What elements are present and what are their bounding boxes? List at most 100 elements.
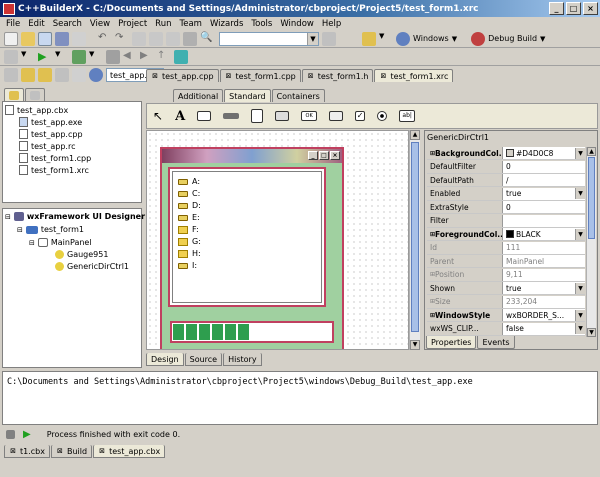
property-row[interactable]: wxWS_CLIP... false ▼	[427, 322, 585, 336]
pointer-icon[interactable]: ↖	[153, 109, 163, 123]
radio-icon[interactable]	[377, 111, 388, 121]
tree-file[interactable]: test_form1.xrc	[19, 165, 89, 175]
back-icon[interactable]: ◀	[123, 50, 137, 64]
project-icon[interactable]	[362, 31, 376, 46]
menu-search[interactable]: Search	[49, 19, 86, 29]
remove-file-icon[interactable]	[55, 68, 69, 82]
property-row[interactable]: Id 111	[427, 241, 585, 255]
close-icon[interactable]: ⊠	[307, 72, 315, 80]
tree-root[interactable]: test_app.cbx	[5, 105, 68, 115]
drive-item[interactable]: C:	[178, 189, 200, 198]
stop-process-icon[interactable]	[6, 430, 15, 439]
property-value[interactable]: 233,204	[503, 295, 585, 308]
separator-icon[interactable]	[223, 113, 240, 119]
property-row[interactable]: ⊞ BackgroundCol... #D4D0C8 ▼	[427, 147, 585, 160]
label-icon[interactable]: ab|	[399, 110, 416, 122]
delete-icon[interactable]	[183, 31, 197, 46]
drive-item[interactable]: H:	[178, 249, 201, 258]
menu-team[interactable]: Team	[175, 19, 205, 29]
close-icon[interactable]: ⊠	[9, 447, 17, 455]
property-value[interactable]: false ▼	[503, 322, 585, 335]
menu-edit[interactable]: Edit	[24, 19, 48, 29]
tab-events[interactable]: Events	[477, 336, 515, 349]
text-ctrl-icon[interactable]	[197, 111, 212, 121]
tab-build[interactable]: ⊠ Build	[50, 445, 93, 458]
combobox-icon[interactable]	[275, 111, 290, 121]
find-icon[interactable]: 🔍	[200, 32, 214, 46]
property-value[interactable]: true ▼	[503, 282, 585, 294]
scroll-up-icon[interactable]: ▲	[587, 147, 596, 156]
platform-dropdown-icon[interactable]: ▼	[452, 35, 457, 43]
menu-view[interactable]: View	[86, 19, 114, 29]
generic-dir-ctrl[interactable]: A: C: D: E: F: G: H: I:	[168, 167, 326, 307]
button-ctrl-icon[interactable]: OK	[301, 111, 318, 121]
collapse-icon[interactable]: ⊟	[5, 213, 11, 221]
listbox-icon[interactable]	[251, 109, 264, 123]
chevron-down-icon[interactable]: ▼	[307, 32, 318, 45]
menu-wizards[interactable]: Wizards	[206, 19, 247, 29]
property-value[interactable]: BLACK ▼	[503, 228, 585, 240]
tab-design[interactable]: Design	[146, 353, 184, 366]
tree-file[interactable]: test_app.cpp	[19, 129, 83, 139]
new-file-icon[interactable]	[4, 31, 18, 46]
copy-icon[interactable]	[149, 31, 163, 46]
bitmap-button-icon[interactable]	[329, 111, 344, 121]
tab-test-form1-xrc[interactable]: ⊠ test_form1.xrc	[374, 69, 454, 82]
save-all-icon[interactable]	[55, 31, 69, 46]
build-config-label[interactable]: Debug Build	[488, 34, 537, 43]
tab-project-files[interactable]	[4, 88, 24, 101]
drive-item[interactable]: A:	[178, 177, 200, 186]
tree-file[interactable]: test_form1.cpp	[19, 153, 91, 163]
tree-node-mainpanel[interactable]: ⊟ MainPanel	[29, 238, 92, 247]
refresh-icon[interactable]	[72, 68, 86, 82]
open-project-icon[interactable]	[21, 68, 35, 82]
close-icon[interactable]: ⊠	[379, 72, 387, 80]
tab-source[interactable]: Source	[184, 353, 223, 366]
close-button[interactable]: ×	[583, 2, 598, 15]
tab-file-system[interactable]	[25, 88, 45, 101]
close-icon[interactable]: ⊠	[98, 447, 106, 455]
checkbox-icon[interactable]: ✓	[355, 111, 366, 121]
search-combo[interactable]: ▼	[219, 31, 319, 46]
static-text-icon[interactable]: A	[175, 109, 185, 124]
tab-t1-cbx[interactable]: ⊠ t1.cbx	[4, 445, 50, 458]
scroll-down-icon[interactable]: ▼	[587, 328, 596, 337]
platform-label[interactable]: Windows	[413, 34, 449, 43]
close-icon[interactable]: ⊠	[225, 72, 233, 80]
property-row[interactable]: DefaultPath /	[427, 174, 585, 187]
debug-icon[interactable]	[72, 49, 86, 64]
stop-icon[interactable]	[106, 49, 120, 64]
scroll-thumb[interactable]	[411, 142, 419, 332]
scroll-thumb[interactable]	[588, 157, 595, 239]
chevron-down-icon[interactable]: ▼	[575, 323, 585, 334]
chevron-down-icon[interactable]: ▼	[575, 147, 585, 159]
property-value[interactable]	[503, 214, 585, 227]
tab-standard[interactable]: Standard	[224, 89, 271, 102]
tab-test-form1-cpp[interactable]: ⊠ test_form1.cpp	[219, 69, 301, 82]
project-view-icon[interactable]	[4, 68, 18, 82]
close-file-icon[interactable]	[72, 31, 86, 46]
find-next-icon[interactable]	[322, 31, 336, 46]
collapse-icon[interactable]: ⊟	[29, 239, 35, 247]
menu-file[interactable]: File	[2, 19, 24, 29]
redo-icon[interactable]: ↷	[115, 32, 129, 46]
tab-containers[interactable]: Containers	[271, 89, 325, 102]
tree-node-dirctrl[interactable]: GenericDirCtrl1	[55, 262, 129, 271]
property-value[interactable]: 0	[503, 160, 585, 173]
property-row[interactable]: ⊞ WindowStyle wxBORDER_S... ▼	[427, 309, 585, 322]
tab-additional[interactable]: Additional	[173, 89, 224, 102]
menu-run[interactable]: Run	[151, 19, 175, 29]
drive-item[interactable]: E:	[178, 213, 200, 222]
paste-icon[interactable]	[166, 31, 180, 46]
rerun-icon[interactable]: ▶	[23, 429, 31, 440]
maximize-button[interactable]: □	[566, 2, 581, 15]
chevron-down-icon[interactable]: ▼	[575, 309, 585, 321]
bookmark-icon[interactable]	[174, 49, 188, 64]
tree-file[interactable]: test_app.exe	[19, 117, 82, 127]
property-row[interactable]: ⊞ Position 9,11	[427, 268, 585, 282]
property-value[interactable]: #D4D0C8 ▼	[503, 147, 585, 159]
property-row[interactable]: ⊞ Size 233,204	[427, 295, 585, 309]
tab-test-app-cpp[interactable]: ⊠ test_app.cpp	[146, 69, 219, 82]
make-dropdown-icon[interactable]: ▼	[21, 50, 35, 64]
scroll-up-icon[interactable]: ▲	[410, 130, 420, 140]
